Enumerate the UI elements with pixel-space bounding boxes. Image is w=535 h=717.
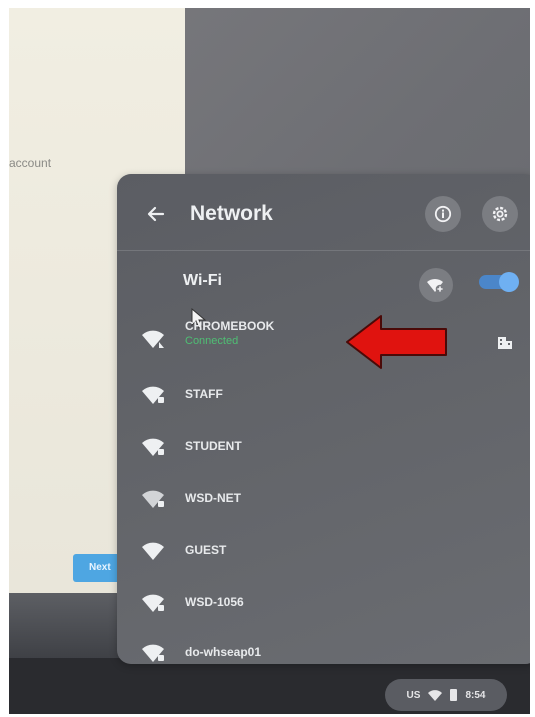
network-item[interactable]: STAFF bbox=[117, 374, 530, 414]
add-wifi-icon bbox=[427, 278, 445, 294]
network-item[interactable]: WSD-NET bbox=[117, 478, 530, 518]
network-text: CHROMEBOOK Connected bbox=[185, 318, 274, 348]
battery-icon bbox=[450, 689, 458, 701]
background-account-text: account bbox=[9, 156, 52, 170]
network-name: STUDENT bbox=[185, 439, 242, 453]
network-item[interactable]: STUDENT bbox=[117, 426, 530, 466]
red-annotation-arrow bbox=[346, 315, 447, 369]
network-status: Connected bbox=[185, 335, 239, 347]
network-text: WSD-1056 bbox=[185, 594, 244, 610]
network-item[interactable]: WSD-1056 bbox=[117, 582, 530, 622]
wifi-toggle[interactable] bbox=[479, 272, 519, 292]
network-item[interactable]: GUEST bbox=[117, 530, 530, 570]
locale-indicator: US bbox=[406, 689, 421, 701]
network-item[interactable]: do-whseap01 bbox=[117, 632, 530, 664]
network-name: do-whseap01 bbox=[185, 645, 262, 659]
wifi-icon bbox=[142, 438, 164, 456]
network-text: do-whseap01 bbox=[185, 644, 261, 660]
clock: 8:54 bbox=[465, 689, 486, 701]
network-name: GUEST bbox=[185, 543, 227, 557]
network-name: CHROMEBOOK bbox=[185, 319, 275, 333]
wifi-icon bbox=[142, 330, 164, 348]
network-item[interactable]: CHROMEBOOK Connected bbox=[117, 318, 530, 358]
wifi-icon bbox=[142, 594, 164, 612]
back-arrow-icon bbox=[147, 206, 165, 222]
info-button[interactable] bbox=[425, 196, 461, 232]
network-text: STAFF bbox=[185, 386, 223, 402]
wifi-toggle-knob bbox=[499, 272, 519, 292]
network-name: WSD-1056 bbox=[185, 595, 244, 609]
panel-title: Network bbox=[190, 202, 273, 225]
network-text: GUEST bbox=[185, 542, 226, 558]
header-divider bbox=[117, 250, 530, 251]
settings-button[interactable] bbox=[482, 196, 518, 232]
wifi-icon bbox=[142, 644, 164, 662]
status-tray[interactable]: US 8:54 bbox=[385, 679, 507, 711]
info-icon bbox=[434, 205, 452, 223]
wifi-section-label: Wi-Fi bbox=[183, 272, 222, 289]
wifi-icon bbox=[142, 386, 164, 404]
wifi-icon bbox=[142, 490, 164, 508]
join-network-button[interactable] bbox=[419, 268, 453, 302]
network-name: WSD-NET bbox=[185, 491, 241, 505]
network-name: STAFF bbox=[185, 387, 223, 401]
network-text: WSD-NET bbox=[185, 490, 241, 506]
photo-frame: account Next US 8:54 Network Wi-Fi CHROM… bbox=[9, 8, 530, 714]
enterprise-building-icon bbox=[498, 337, 512, 349]
network-text: STUDENT bbox=[185, 438, 242, 454]
tray-wifi-icon bbox=[428, 689, 443, 701]
wifi-icon bbox=[142, 542, 164, 560]
network-panel: Network Wi-Fi CHROMEBOOK Connected STAFF… bbox=[117, 174, 530, 664]
back-button[interactable] bbox=[142, 200, 170, 228]
gear-icon bbox=[492, 206, 508, 222]
